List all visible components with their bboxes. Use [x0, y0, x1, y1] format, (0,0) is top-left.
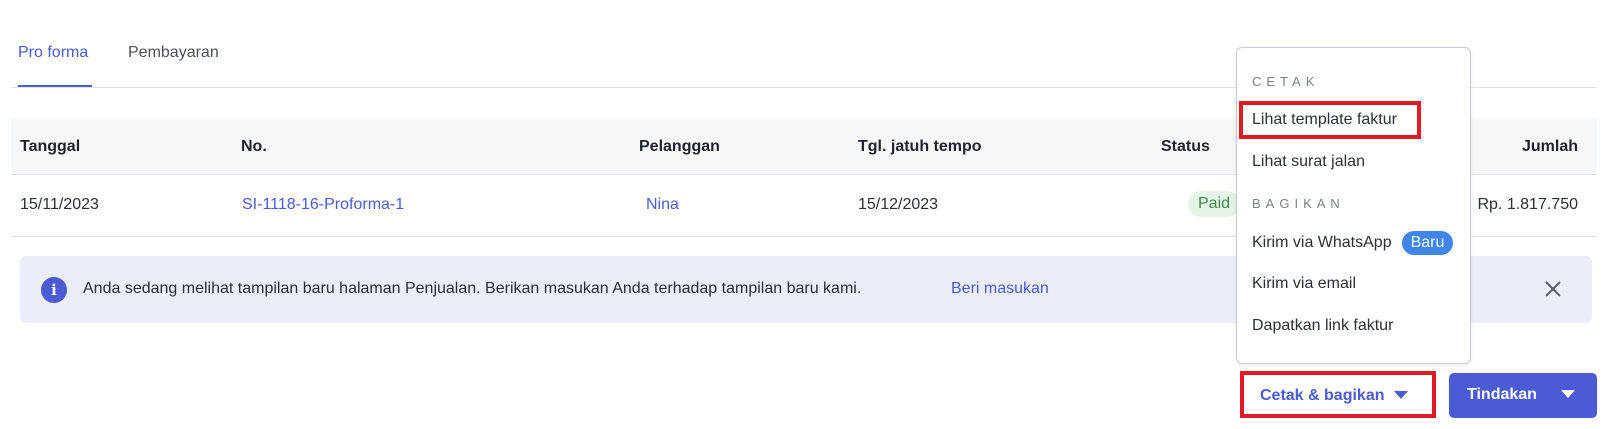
print-share-button-label: Cetak & bagikan: [1260, 387, 1385, 404]
chevron-down-icon: [1561, 390, 1575, 398]
cell-date: 15/11/2023: [20, 196, 99, 213]
info-icon: i: [41, 277, 67, 303]
header-tgl-jatuh-tempo[interactable]: Tgl. jatuh tempo: [858, 138, 982, 156]
chevron-down-icon: [1394, 391, 1408, 399]
menu-item-send-email[interactable]: Kirim via email: [1252, 275, 1356, 293]
menu-item-view-delivery-note[interactable]: Lihat surat jalan: [1252, 153, 1365, 171]
print-share-menu: CETAK Lihat template faktur Lihat surat …: [1236, 47, 1471, 364]
header-status[interactable]: Status: [1161, 138, 1210, 156]
actions-button[interactable]: Tindakan: [1449, 373, 1597, 418]
status-badge: Paid: [1188, 191, 1241, 217]
header-jumlah[interactable]: Jumlah: [1522, 138, 1578, 156]
sales-page: Pro forma Pembayaran Tanggal No. Pelangg…: [0, 0, 1607, 429]
menu-item-send-whatsapp-label: Kirim via WhatsApp: [1252, 234, 1392, 252]
actions-button-label: Tindakan: [1467, 386, 1537, 403]
cell-amount: Rp. 1.817.750: [1477, 196, 1578, 213]
cell-due-date: 15/12/2023: [858, 196, 939, 213]
header-tanggal[interactable]: Tanggal: [20, 138, 80, 156]
header-pelanggan[interactable]: Pelanggan: [639, 138, 720, 156]
highlight-box: [1239, 101, 1421, 139]
header-no[interactable]: No.: [241, 138, 267, 156]
menu-item-send-whatsapp[interactable]: Kirim via WhatsApp Baru: [1252, 231, 1454, 255]
menu-section-bagikan: BAGIKAN: [1252, 196, 1345, 211]
tab-pembayaran[interactable]: Pembayaran: [128, 44, 219, 62]
print-share-button[interactable]: Cetak & bagikan: [1240, 371, 1436, 418]
feedback-link[interactable]: Beri masukan: [951, 280, 1049, 298]
active-tab-indicator: [18, 85, 92, 87]
tab-pro-forma[interactable]: Pro forma: [18, 44, 88, 62]
new-badge: Baru: [1401, 231, 1454, 255]
menu-section-cetak: CETAK: [1252, 74, 1320, 89]
menu-item-get-invoice-link[interactable]: Dapatkan link faktur: [1252, 317, 1393, 335]
cell-invoice-number[interactable]: SI-1118-16-Proforma-1: [242, 196, 404, 214]
cell-customer[interactable]: Nina: [646, 196, 679, 214]
close-icon[interactable]: [1541, 277, 1565, 301]
banner-message: Anda sedang melihat tampilan baru halama…: [83, 280, 862, 297]
